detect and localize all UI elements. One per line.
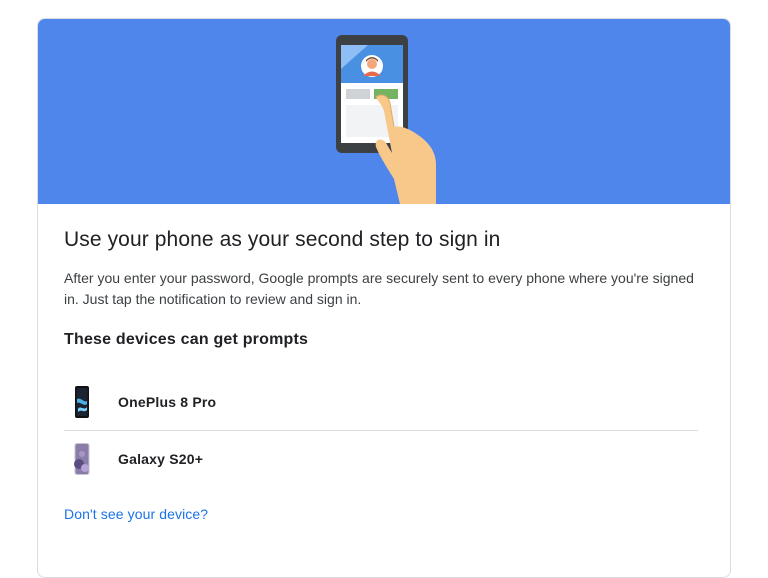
page-description: After you enter your password, Google pr… xyxy=(64,270,694,307)
galaxy-phone-icon xyxy=(74,443,90,475)
device-list: OnePlus 8 Pro Galaxy S20+ xyxy=(64,374,698,487)
device-name: Galaxy S20+ xyxy=(118,451,204,467)
phone-tap-illustration xyxy=(336,35,436,204)
missing-device-link[interactable]: Don't see your device? xyxy=(64,506,208,522)
devices-heading: These devices can get prompts xyxy=(64,331,309,348)
list-item: Galaxy S20+ xyxy=(64,431,698,487)
list-item: OnePlus 8 Pro xyxy=(64,374,698,431)
page-title: Use your phone as your second step to si… xyxy=(64,228,501,251)
oneplus-phone-icon xyxy=(75,386,89,418)
hero-banner xyxy=(38,19,730,204)
prompt-info-card: Use your phone as your second step to si… xyxy=(37,18,731,578)
device-name: OnePlus 8 Pro xyxy=(118,394,217,410)
